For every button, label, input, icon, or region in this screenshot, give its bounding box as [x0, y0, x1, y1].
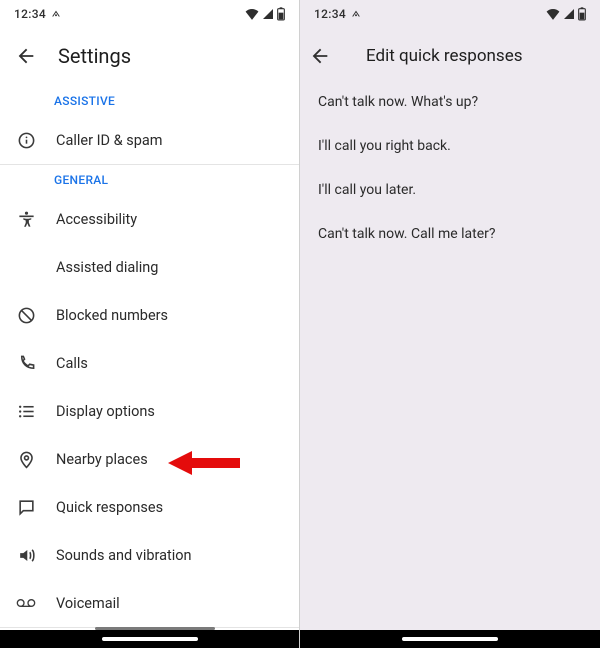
quick-response-item[interactable]: I'll call you later.	[300, 168, 600, 212]
item-voicemail[interactable]: Voicemail	[0, 579, 299, 627]
arrow-back-icon	[309, 45, 331, 67]
item-label: Blocked numbers	[56, 307, 168, 324]
settings-screen: 12:34 Settings ASSISTIVE Caller ID & spa…	[0, 0, 300, 648]
item-assisted-dialing[interactable]: Assisted dialing	[0, 243, 299, 291]
back-button[interactable]	[306, 42, 334, 70]
item-label: Caller ID & spam	[56, 132, 162, 149]
response-text: I'll call you later.	[318, 182, 416, 198]
item-label: Calls	[56, 355, 88, 372]
status-bar: 12:34	[0, 0, 299, 28]
page-title: Settings	[58, 44, 131, 68]
item-blocked-numbers[interactable]: Blocked numbers	[0, 291, 299, 339]
section-assistive: ASSISTIVE	[0, 86, 299, 116]
voicemail-icon	[16, 593, 36, 613]
phone-icon	[16, 353, 36, 373]
item-label: Sounds and vibration	[56, 547, 192, 564]
status-clock: 12:34	[314, 7, 346, 21]
wifi-icon	[245, 8, 259, 20]
app-bar: Settings	[0, 28, 299, 86]
item-quick-responses[interactable]: Quick responses	[0, 483, 299, 531]
arrow-back-icon	[15, 45, 37, 67]
signal-icon	[563, 8, 575, 20]
item-label: Voicemail	[56, 595, 120, 612]
quick-responses-screen: 12:34 Edit quick responses Can't talk no…	[300, 0, 600, 648]
annotation-arrow	[168, 448, 240, 478]
quick-response-item[interactable]: Can't talk now. Call me later?	[300, 212, 600, 256]
camera-cutout-icon	[351, 9, 361, 19]
signal-icon	[262, 8, 274, 20]
section-general: GENERAL	[0, 165, 299, 195]
item-label: Accessibility	[56, 211, 137, 228]
status-clock: 12:34	[14, 7, 46, 21]
location-icon	[16, 449, 36, 469]
quick-response-item[interactable]: Can't talk now. What's up?	[300, 80, 600, 124]
item-nearby-places[interactable]: Nearby places	[0, 435, 299, 483]
info-icon	[16, 130, 36, 150]
response-text: I'll call you right back.	[318, 138, 451, 154]
page-title: Edit quick responses	[366, 46, 523, 66]
item-calls[interactable]: Calls	[0, 339, 299, 387]
item-sounds-vibration[interactable]: Sounds and vibration	[0, 531, 299, 579]
app-bar: Edit quick responses	[300, 28, 600, 80]
item-label: Nearby places	[56, 451, 148, 468]
nav-bar	[0, 630, 299, 648]
back-button[interactable]	[12, 42, 40, 70]
wifi-icon	[546, 8, 560, 20]
status-bar: 12:34	[300, 0, 600, 28]
battery-icon	[277, 7, 285, 21]
nav-bar	[300, 630, 600, 648]
accessibility-icon	[16, 209, 36, 229]
battery-icon	[578, 7, 586, 21]
response-text: Can't talk now. Call me later?	[318, 226, 496, 242]
quick-response-item[interactable]: I'll call you right back.	[300, 124, 600, 168]
list-icon	[16, 401, 36, 421]
volume-icon	[16, 545, 36, 565]
nav-pill[interactable]	[402, 637, 498, 641]
blank-icon	[16, 257, 36, 277]
block-icon	[16, 305, 36, 325]
item-label: Display options	[56, 403, 155, 420]
item-accessibility[interactable]: Accessibility	[0, 195, 299, 243]
message-icon	[16, 497, 36, 517]
item-label: Quick responses	[56, 499, 163, 516]
screenshot-pair: 12:34 Settings ASSISTIVE Caller ID & spa…	[0, 0, 600, 648]
item-label: Assisted dialing	[56, 259, 158, 276]
camera-cutout-icon	[51, 9, 61, 19]
response-text: Can't talk now. What's up?	[318, 94, 478, 110]
nav-pill[interactable]	[102, 637, 198, 641]
item-caller-id-spam[interactable]: Caller ID & spam	[0, 116, 299, 164]
item-display-options[interactable]: Display options	[0, 387, 299, 435]
